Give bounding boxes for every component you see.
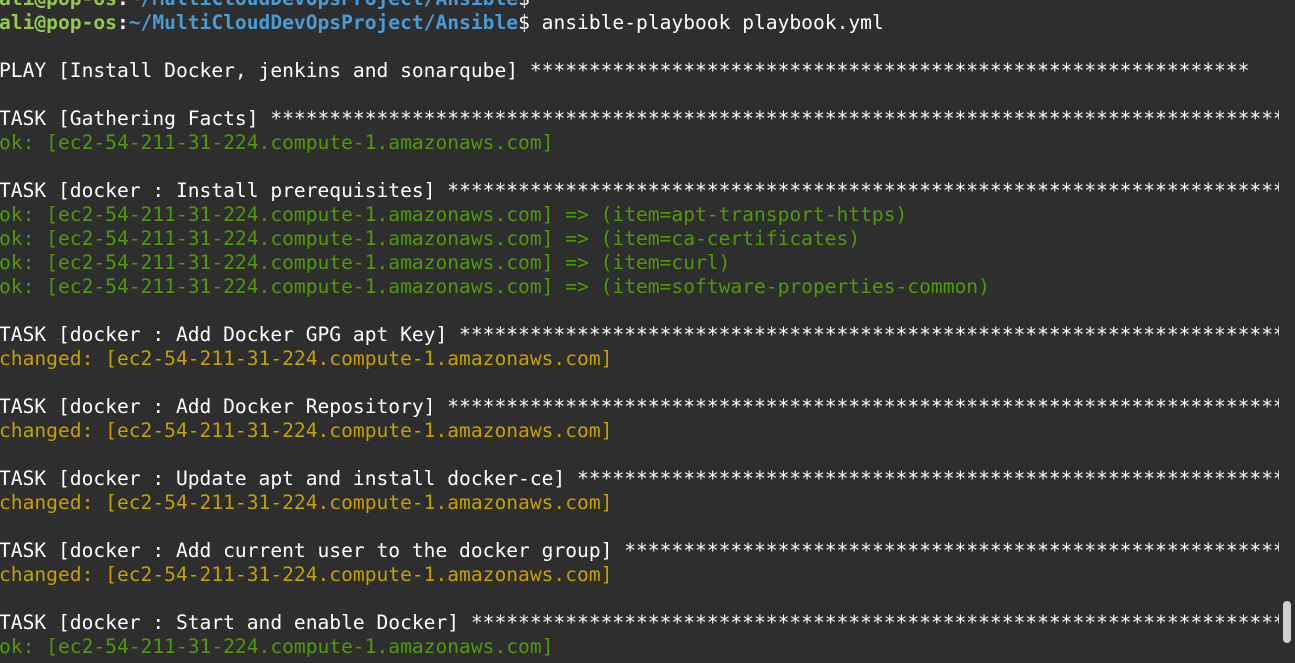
command-text: ansible-playbook playbook.yml — [529, 11, 884, 34]
header-stars: ****************************************… — [577, 467, 1279, 490]
prompt-separator: : — [117, 0, 129, 10]
task-header: TASK [docker : Add Docker Repository] **… — [0, 395, 1279, 419]
ok-result: ok: [ec2-54-211-31-224.compute-1.amazona… — [0, 227, 861, 250]
changed-result: changed: [ec2-54-211-31-224.compute-1.am… — [0, 347, 613, 370]
terminal-output: ali@pop-os:~/MultiCloudDevOpsProject/Ans… — [0, 0, 1279, 663]
header-stars: ****************************************… — [529, 59, 1250, 82]
prompt-line: ali@pop-os:~/MultiCloudDevOpsProject/Ans… — [0, 0, 1279, 11]
task-title: TASK [docker : Update apt and install do… — [0, 467, 578, 490]
task-title: TASK [docker : Add current user to the d… — [0, 539, 625, 562]
ok-result: ok: [ec2-54-211-31-224.compute-1.amazona… — [0, 251, 731, 274]
task-title: TASK [Gathering Facts] — [0, 107, 271, 130]
prompt-user-host: ali@pop-os — [0, 0, 117, 10]
task-header: TASK [Gathering Facts] *****************… — [0, 107, 1279, 131]
ok-result: ok: [ec2-54-211-31-224.compute-1.amazona… — [0, 635, 554, 658]
terminal-window[interactable]: ali@pop-os:~/MultiCloudDevOpsProject/Ans… — [0, 0, 1295, 663]
ok-result: ok: [ec2-54-211-31-224.compute-1.amazona… — [0, 275, 990, 298]
ok-result: ok: [ec2-54-211-31-224.compute-1.amazona… — [0, 203, 908, 226]
prompt-symbol: $ — [518, 0, 530, 10]
task-header: TASK [docker : Add current user to the d… — [0, 539, 1279, 563]
prompt-path: ~/MultiCloudDevOpsProject/Ansible — [129, 0, 518, 10]
task-title: TASK [docker : Install prerequisites] — [0, 179, 448, 202]
scrollbar-thumb[interactable] — [1283, 601, 1291, 643]
header-stars: ****************************************… — [447, 395, 1279, 418]
prompt-line: ali@pop-os:~/MultiCloudDevOpsProject/Ans… — [0, 11, 1279, 35]
changed-result: changed: [ec2-54-211-31-224.compute-1.am… — [0, 563, 613, 586]
ok-result: ok: [ec2-54-211-31-224.compute-1.amazona… — [0, 131, 554, 154]
prompt-symbol: $ — [518, 11, 530, 34]
scrollbar[interactable] — [1280, 0, 1295, 663]
prompt-path: ~/MultiCloudDevOpsProject/Ansible — [128, 11, 519, 34]
header-stars: ****************************************… — [447, 179, 1279, 202]
header-stars: ****************************************… — [624, 539, 1279, 562]
play-title: PLAY [Install Docker, jenkins and sonarq… — [0, 59, 530, 82]
header-stars: ****************************************… — [470, 611, 1279, 634]
play-header: PLAY [Install Docker, jenkins and sonarq… — [0, 59, 1279, 83]
header-stars: ****************************************… — [270, 107, 1279, 130]
task-header: TASK [docker : Update apt and install do… — [0, 467, 1279, 491]
prompt-user-host: ali@pop-os — [0, 11, 117, 34]
task-header: TASK [docker : Start and enable Docker] … — [0, 611, 1279, 635]
changed-result: changed: [ec2-54-211-31-224.compute-1.am… — [0, 419, 613, 442]
prompt-separator: : — [116, 11, 129, 34]
task-title: TASK [docker : Add Docker GPG apt Key] — [0, 323, 460, 346]
task-title: TASK [docker : Start and enable Docker] — [0, 611, 471, 634]
output-lines: PLAY [Install Docker, jenkins and sonarq… — [0, 59, 1279, 659]
task-header: TASK [docker : Install prerequisites] **… — [0, 179, 1279, 203]
task-title: TASK [docker : Add Docker Repository] — [0, 395, 448, 418]
changed-result: changed: [ec2-54-211-31-224.compute-1.am… — [0, 491, 613, 514]
task-header: TASK [docker : Add Docker GPG apt Key] *… — [0, 323, 1279, 347]
header-stars: ****************************************… — [459, 323, 1279, 346]
